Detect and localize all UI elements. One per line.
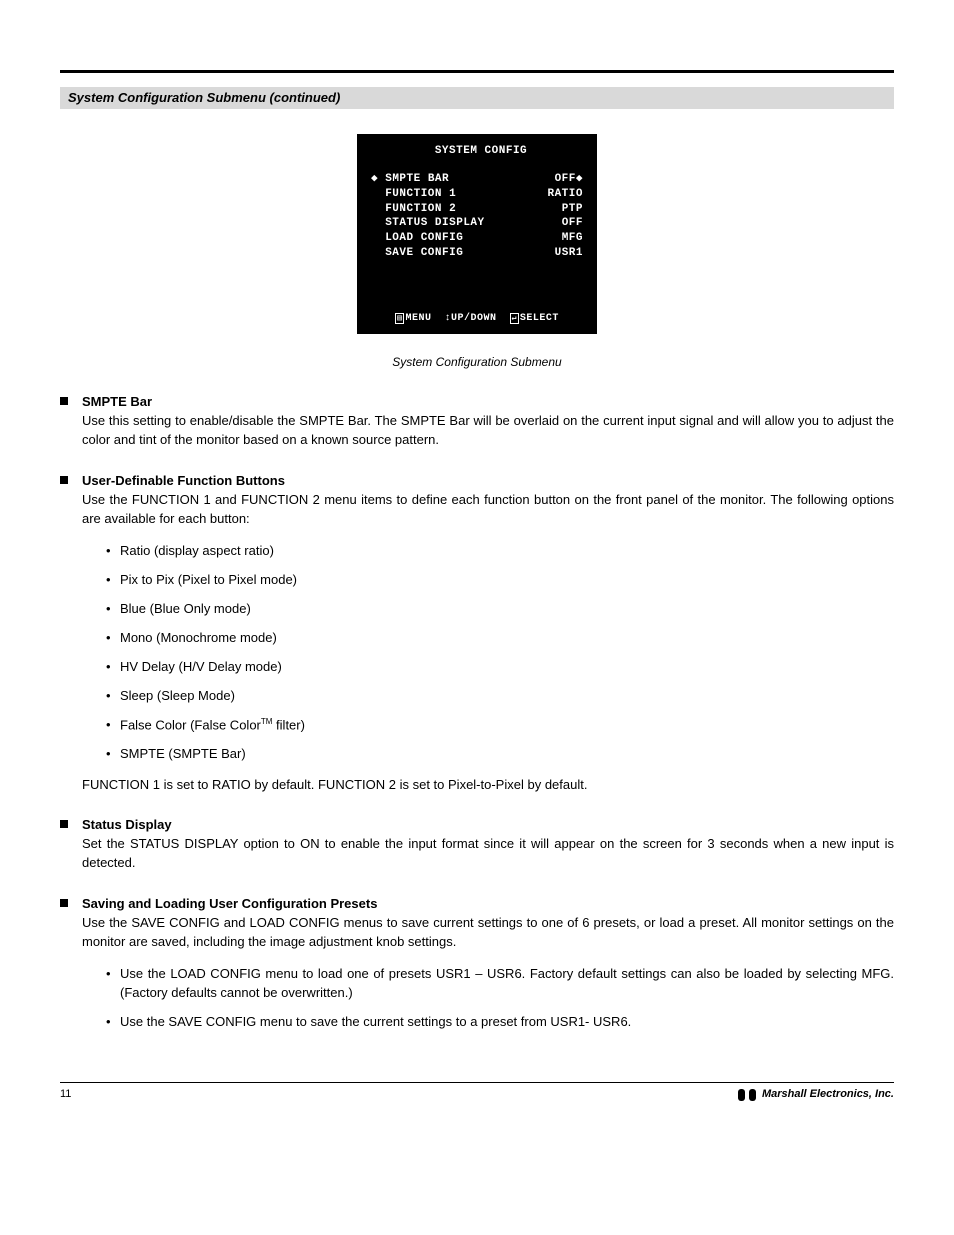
list-item-text: Mono (Monochrome mode) — [120, 630, 277, 645]
list-item-text: Blue (Blue Only mode) — [120, 601, 251, 616]
list-item-text: SMPTE (SMPTE Bar) — [120, 746, 246, 761]
osd-row-label: ◆ SMPTE BAR — [371, 172, 449, 187]
list-item: Pix to Pix (Pixel to Pixel mode) — [106, 571, 894, 590]
bullet-lead: Saving and Loading User Configuration Pr… — [82, 896, 377, 911]
bullet-status-display: Status Display Set the STATUS DISPLAY op… — [60, 816, 894, 873]
list-item-text: Use the LOAD CONFIG menu to load one of … — [120, 966, 894, 1000]
osd-row-value: MFG — [562, 231, 583, 246]
bullet-body: Use the FUNCTION 1 and FUNCTION 2 menu i… — [82, 492, 894, 526]
osd-row-value: RATIO — [547, 187, 583, 202]
osd-row[interactable]: LOAD CONFIG MFG — [371, 231, 583, 246]
select-key-icon: ↵ — [510, 313, 519, 324]
bullet-body: Use the SAVE CONFIG and LOAD CONFIG menu… — [82, 915, 894, 949]
section-title-text: System Configuration Submenu (continued) — [68, 89, 340, 108]
bullet-list: SMPTE Bar Use this setting to enable/dis… — [60, 393, 894, 1032]
bullet-save-load-presets: Saving and Loading User Configuration Pr… — [60, 895, 894, 1032]
page-footer: 11 Marshall Electronics, Inc. — [60, 1087, 894, 1103]
osd-row[interactable]: FUNCTION 1 RATIO — [371, 187, 583, 202]
figure-caption: System Configuration Submenu — [60, 354, 894, 371]
osd-row[interactable]: STATUS DISPLAY OFF — [371, 216, 583, 231]
osd-row-label: FUNCTION 2 — [371, 202, 456, 217]
brand-logo-icon — [738, 1089, 756, 1101]
list-item-text: Ratio (display aspect ratio) — [120, 543, 274, 558]
osd-row[interactable]: FUNCTION 2 PTP — [371, 202, 583, 217]
list-item: False Color (False ColorTM filter) — [106, 716, 894, 735]
osd-row-label: FUNCTION 1 — [371, 187, 456, 202]
osd-row-label: STATUS DISPLAY — [371, 216, 485, 231]
bullet-tail: FUNCTION 1 is set to RATIO by default. F… — [82, 776, 894, 795]
osd-row-value: OFF — [562, 216, 583, 231]
list-item: Use the LOAD CONFIG menu to load one of … — [106, 965, 894, 1003]
trademark-icon: TM — [261, 717, 273, 726]
bullet-lead: Status Display — [82, 817, 172, 832]
osd-row[interactable]: ◆ SMPTE BAR OFF◆ — [371, 172, 583, 187]
function-options-list: Ratio (display aspect ratio) Pix to Pix … — [82, 542, 894, 763]
osd-row-value: PTP — [562, 202, 583, 217]
list-item-text: HV Delay (H/V Delay mode) — [120, 659, 282, 674]
section-title-bar: System Configuration Submenu (continued) — [60, 87, 894, 109]
page-number: 11 — [60, 1087, 71, 1103]
list-item: Use the SAVE CONFIG menu to save the cur… — [106, 1013, 894, 1032]
footer-brand: Marshall Electronics, Inc. — [738, 1087, 894, 1103]
list-item-text: Sleep (Sleep Mode) — [120, 688, 235, 703]
osd-foot-updown: ↕UP/DOWN — [444, 313, 496, 324]
osd-help-footer: ▤MENU ↕UP/DOWN ↵SELECT — [371, 312, 583, 327]
footer-rule — [60, 1082, 894, 1083]
list-item: Ratio (display aspect ratio) — [106, 542, 894, 561]
osd-row-label: SAVE CONFIG — [371, 246, 463, 261]
osd-title: SYSTEM CONFIG — [371, 144, 583, 160]
osd-row[interactable]: SAVE CONFIG USR1 — [371, 246, 583, 261]
list-item: HV Delay (H/V Delay mode) — [106, 658, 894, 677]
list-item: Mono (Monochrome mode) — [106, 629, 894, 648]
list-item: Blue (Blue Only mode) — [106, 600, 894, 619]
osd-row-value: OFF◆ — [555, 172, 583, 187]
list-item-text: Pix to Pix (Pixel to Pixel mode) — [120, 572, 297, 587]
bullet-lead: SMPTE Bar — [82, 394, 152, 409]
bullet-body: Set the STATUS DISPLAY option to ON to e… — [82, 836, 894, 870]
osd-row-value: USR1 — [555, 246, 583, 261]
list-item: SMPTE (SMPTE Bar) — [106, 745, 894, 764]
list-item: Sleep (Sleep Mode) — [106, 687, 894, 706]
menu-key-icon: ▤ — [395, 313, 404, 324]
bullet-function-buttons: User-Definable Function Buttons Use the … — [60, 472, 894, 794]
osd-foot-menu: MENU — [405, 313, 431, 324]
bullet-body: Use this setting to enable/disable the S… — [82, 413, 894, 447]
list-item-text: Use the SAVE CONFIG menu to save the cur… — [120, 1014, 631, 1029]
header-rule-thick — [60, 70, 894, 73]
bullet-smpte-bar: SMPTE Bar Use this setting to enable/dis… — [60, 393, 894, 450]
osd-screenshot: SYSTEM CONFIG ◆ SMPTE BAR OFF◆ FUNCTION … — [60, 134, 894, 334]
osd-menu-list: ◆ SMPTE BAR OFF◆ FUNCTION 1 RATIO FUNCTI… — [371, 172, 583, 302]
footer-brand-text: Marshall Electronics, Inc. — [762, 1087, 894, 1103]
preset-notes-list: Use the LOAD CONFIG menu to load one of … — [82, 965, 894, 1032]
bullet-lead: User-Definable Function Buttons — [82, 473, 285, 488]
osd-panel: SYSTEM CONFIG ◆ SMPTE BAR OFF◆ FUNCTION … — [357, 134, 597, 334]
osd-foot-select: SELECT — [520, 313, 559, 324]
osd-row-label: LOAD CONFIG — [371, 231, 463, 246]
